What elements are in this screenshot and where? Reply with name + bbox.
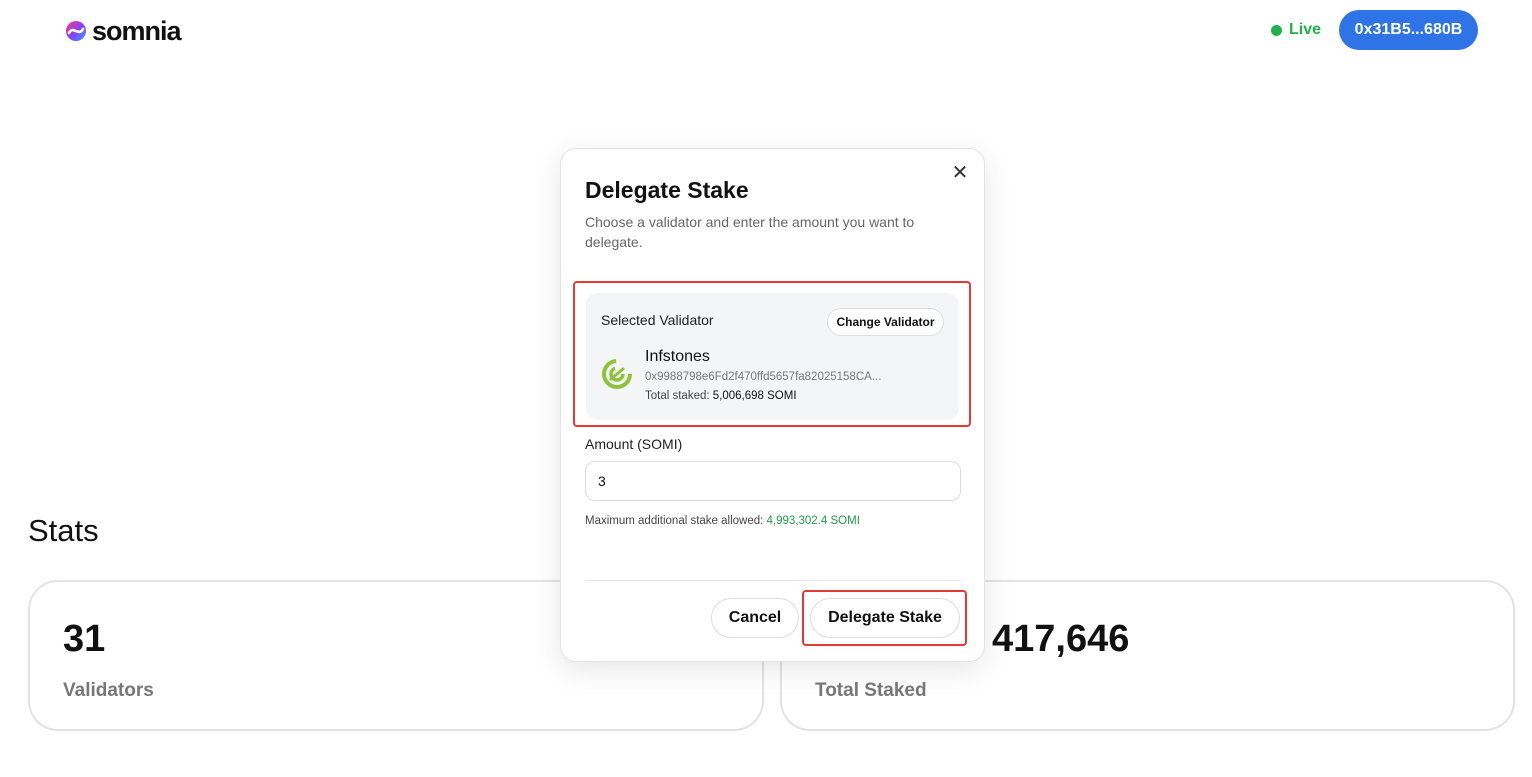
live-status: Live bbox=[1271, 20, 1321, 40]
amount-input[interactable] bbox=[585, 461, 961, 501]
modal-description: Choose a validator and enter the amount … bbox=[585, 214, 915, 250]
stat-value: 31 bbox=[63, 618, 106, 660]
page: somnia Live 0x31B5...680B Stats 31 Valid… bbox=[0, 0, 1532, 777]
max-stake-label: Maximum additional stake allowed: bbox=[585, 515, 764, 527]
validator-name: Infstones bbox=[645, 348, 710, 365]
stat-label: Validators bbox=[63, 680, 154, 701]
total-staked-value: 5,006,698 SOMI bbox=[712, 390, 797, 402]
cancel-button[interactable]: Cancel bbox=[711, 598, 799, 638]
selected-validator-label: Selected Validator bbox=[601, 312, 714, 328]
max-stake-value: 4,993,302.4 SOMI bbox=[766, 515, 860, 527]
change-validator-button[interactable]: Change Validator bbox=[827, 308, 944, 336]
somnia-logo[interactable]: somnia bbox=[64, 15, 182, 46]
total-staked-label: Total staked: bbox=[645, 390, 710, 402]
logo-text: somnia bbox=[92, 15, 182, 46]
max-stake-note: Maximum additional stake allowed: 4,993,… bbox=[585, 515, 860, 527]
infstones-logo-icon bbox=[602, 359, 632, 389]
close-icon[interactable]: ✕ bbox=[950, 163, 970, 183]
wallet-address-button[interactable]: 0x31B5...680B bbox=[1339, 10, 1478, 50]
stats-title: Stats bbox=[28, 513, 99, 548]
validator-address: 0x9988798e6Fd2f470ffd5657fa82025158CA... bbox=[645, 371, 882, 383]
live-label: Live bbox=[1289, 21, 1322, 38]
stat-label: Total Staked bbox=[815, 680, 927, 701]
selected-validator-panel: Selected Validator Change Validator Infs… bbox=[586, 293, 959, 420]
modal-title: Delegate Stake bbox=[585, 177, 749, 203]
somnia-logo-icon bbox=[66, 21, 86, 41]
amount-label: Amount (SOMI) bbox=[585, 436, 683, 452]
modal-divider bbox=[585, 580, 961, 581]
delegate-stake-button[interactable]: Delegate Stake bbox=[810, 598, 960, 638]
validator-total-staked: Total staked: 5,006,698 SOMI bbox=[645, 390, 797, 402]
delegate-stake-modal: ✕ Delegate Stake Choose a validator and … bbox=[560, 148, 985, 662]
live-dot-icon bbox=[1271, 24, 1282, 36]
stat-value: 417,646 bbox=[992, 618, 1130, 660]
